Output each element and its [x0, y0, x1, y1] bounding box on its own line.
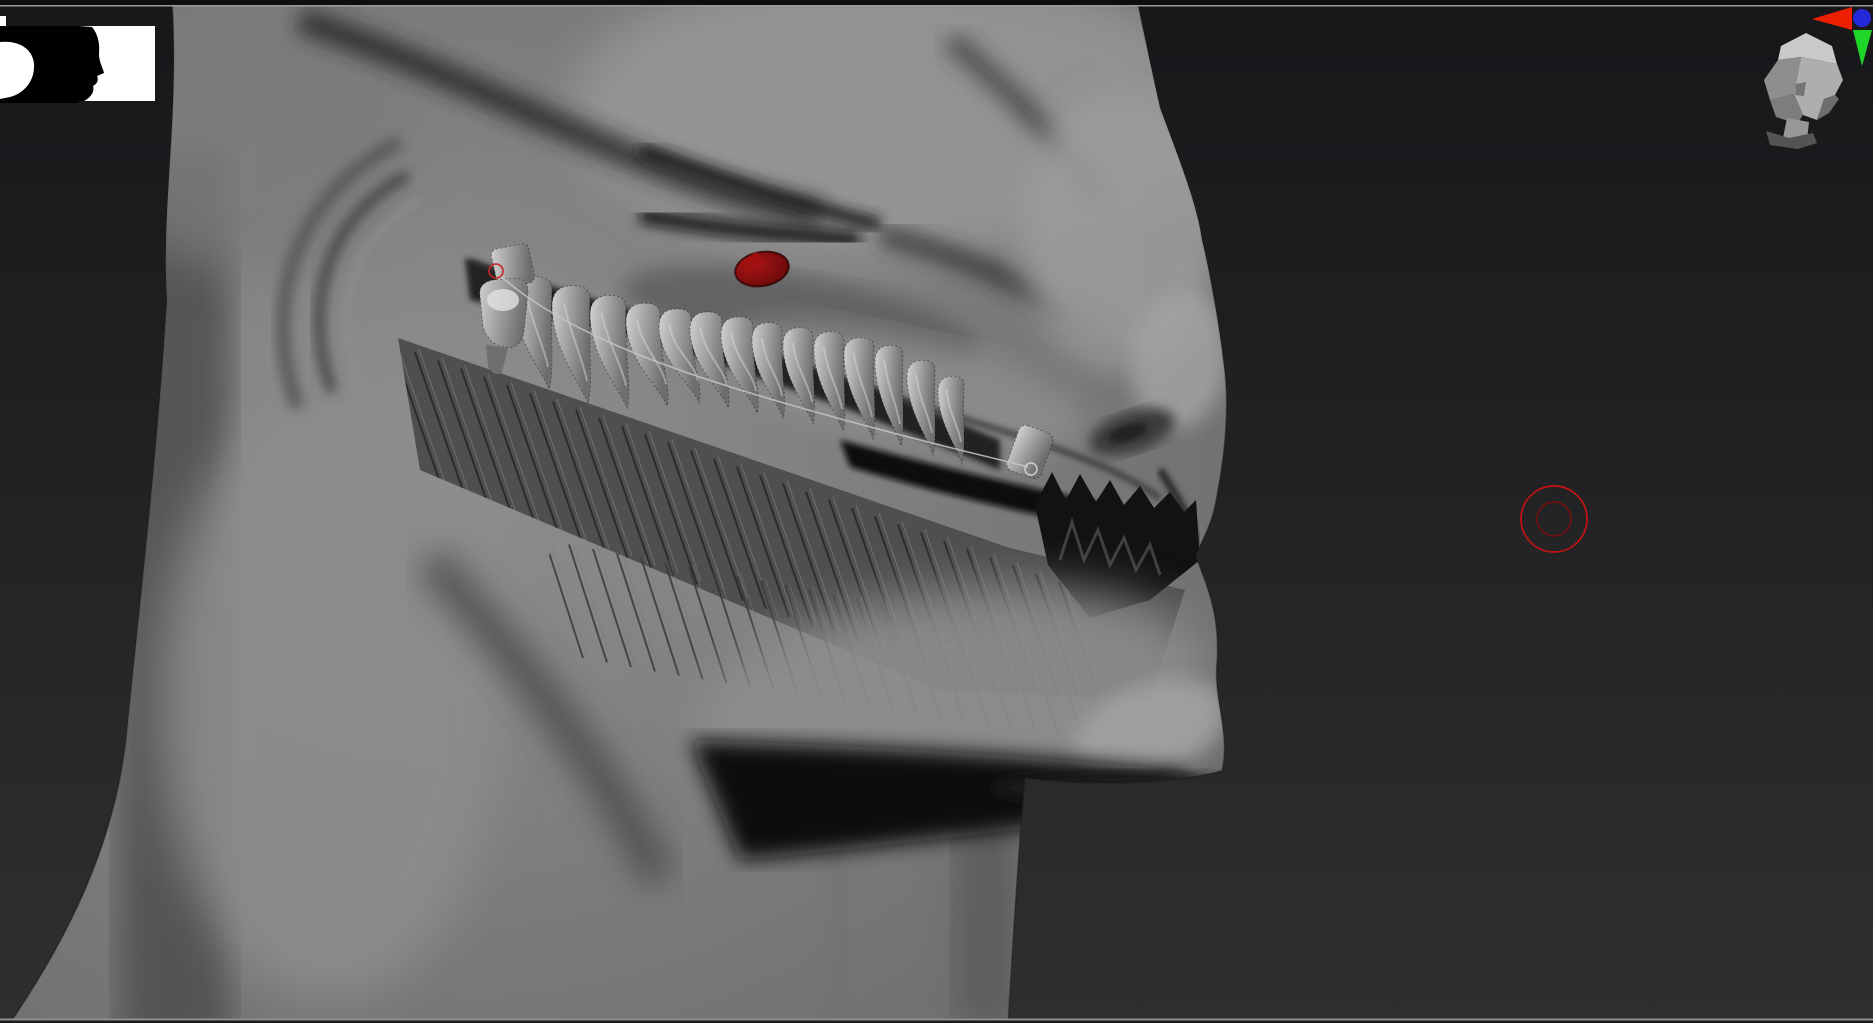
tool-thumbnails[interactable] [0, 16, 155, 103]
viewport-canvas[interactable] [0, 0, 1873, 1023]
alpha-thumbnail[interactable] [0, 26, 79, 103]
thumbnail-sliver [0, 16, 6, 26]
top-border-line [0, 5, 1873, 7]
bottom-border-line [0, 1018, 1873, 1021]
top-strip [0, 0, 1873, 5]
head-profile-thumbnail[interactable] [79, 26, 155, 101]
axis-dot-icon [1853, 9, 1871, 27]
sculpt-viewport[interactable] [0, 0, 1873, 1023]
